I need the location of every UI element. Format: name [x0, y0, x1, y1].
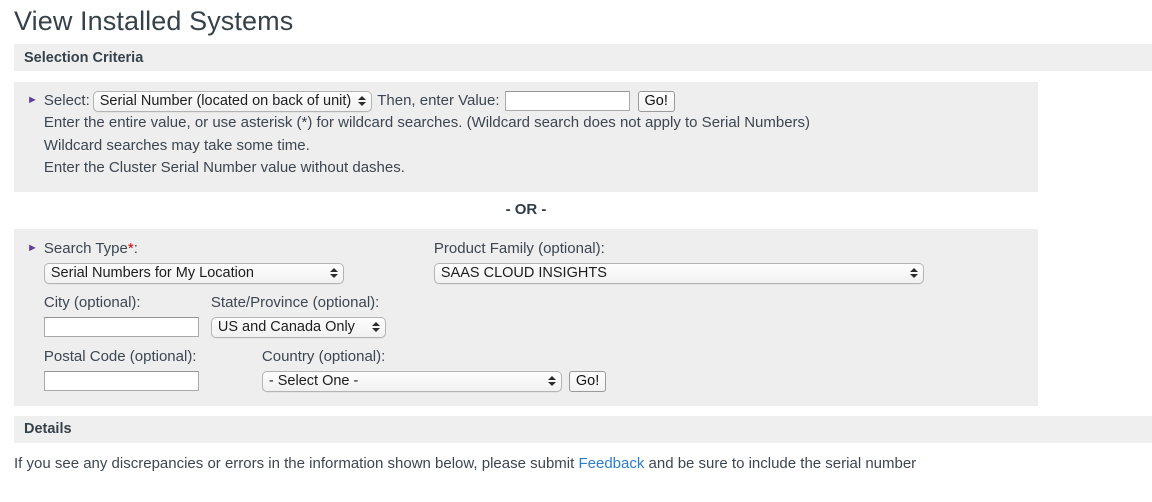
serial-search-row: ► Select: Serial Number (located on back…	[24, 90, 1028, 180]
chevron-updown-icon	[358, 96, 366, 106]
section-header-details-label: Details	[24, 421, 72, 437]
serial-note-wildcard: Enter the entire value, or use asterisk …	[44, 112, 1028, 135]
serial-search-panel: ► Select: Serial Number (located on back…	[14, 82, 1038, 192]
country-select-value: - Select One -	[269, 373, 358, 389]
state-select-wrap: US and Canada Only	[211, 317, 386, 338]
select-label: Select:	[44, 90, 90, 112]
search-type-family-row: Search Type*: Serial Numbers for My Loca…	[44, 238, 1028, 284]
chevron-updown-icon	[910, 268, 918, 278]
triangle-right-icon: ►	[27, 90, 38, 110]
search-type-select-wrap: Serial Numbers for My Location	[44, 263, 434, 284]
serial-note-dashes: Enter the Cluster Serial Number value wi…	[44, 157, 1028, 180]
country-select-wrap: - Select One - Go!	[262, 371, 606, 392]
section-header-details: Details	[14, 416, 1152, 443]
triangle-right-icon: ►	[27, 238, 38, 258]
page-title: View Installed Systems	[0, 0, 1152, 38]
chevron-updown-icon	[548, 376, 556, 386]
postal-country-row: Postal Code (optional): Country (optiona…	[44, 346, 1028, 392]
chevron-updown-icon	[372, 322, 380, 332]
country-select[interactable]: - Select One -	[262, 371, 562, 392]
product-family-label: Product Family (optional):	[434, 238, 1028, 259]
city-input[interactable]	[44, 317, 199, 337]
search-type-label: Search Type*:	[44, 238, 434, 259]
serial-note-duration: Wildcard searches may take some time.	[44, 135, 1028, 158]
state-select-value: US and Canada Only	[218, 319, 355, 335]
search-type-label-colon: :	[134, 240, 138, 257]
postal-code-input[interactable]	[44, 371, 199, 391]
country-label: Country (optional):	[262, 346, 606, 367]
location-search-row: ► Search Type*: Serial Numbers for My Lo…	[24, 238, 1028, 392]
serial-search-body: Select: Serial Number (located on back o…	[44, 90, 1028, 180]
details-text-after-link: and be sure to include the serial number	[644, 455, 916, 472]
city-state-row: City (optional): State/Province (optiona…	[44, 292, 1028, 338]
serial-value-input[interactable]	[505, 91, 630, 111]
details-text-before-link: If you see any discrepancies or errors i…	[14, 455, 578, 472]
serial-number-type-select[interactable]: Serial Number (located on back of unit)	[93, 91, 372, 112]
city-input-wrap	[44, 317, 211, 337]
product-family-group: Product Family (optional): SAAS CLOUD IN…	[434, 238, 1028, 284]
section-header-selection-criteria: Selection Criteria	[14, 44, 1152, 71]
search-type-label-text: Search Type	[44, 240, 128, 257]
search-type-select-value: Serial Numbers for My Location	[51, 265, 254, 281]
product-family-select[interactable]: SAAS CLOUD INSIGHTS	[434, 263, 924, 284]
section-header-selection-criteria-label: Selection Criteria	[24, 50, 143, 66]
location-search-body: Search Type*: Serial Numbers for My Loca…	[44, 238, 1028, 392]
or-divider: - OR -	[14, 192, 1038, 220]
feedback-link[interactable]: Feedback	[578, 455, 644, 472]
search-type-select[interactable]: Serial Numbers for My Location	[44, 263, 344, 284]
city-label: City (optional):	[44, 292, 211, 313]
postal-group: Postal Code (optional):	[44, 346, 262, 391]
product-family-select-wrap: SAAS CLOUD INSIGHTS	[434, 263, 1028, 284]
state-group: State/Province (optional): US and Canada…	[211, 292, 386, 338]
state-select[interactable]: US and Canada Only	[211, 317, 386, 338]
city-group: City (optional):	[44, 292, 211, 337]
chevron-updown-icon	[330, 268, 338, 278]
serial-go-button[interactable]: Go!	[638, 91, 675, 112]
then-enter-value-label: Then, enter Value:	[377, 90, 499, 112]
location-go-button[interactable]: Go!	[569, 371, 606, 392]
serial-search-controls: Select: Serial Number (located on back o…	[44, 90, 1028, 112]
search-type-group: Search Type*: Serial Numbers for My Loca…	[44, 238, 434, 284]
country-group: Country (optional): - Select One - Go!	[262, 346, 606, 392]
product-family-select-value: SAAS CLOUD INSIGHTS	[441, 265, 607, 281]
state-label: State/Province (optional):	[211, 292, 386, 313]
details-description: If you see any discrepancies or errors i…	[14, 443, 1152, 475]
postal-input-wrap	[44, 371, 262, 391]
view-installed-systems-page: View Installed Systems Selection Criteri…	[0, 0, 1152, 502]
location-search-panel: ► Search Type*: Serial Numbers for My Lo…	[14, 229, 1038, 406]
postal-label: Postal Code (optional):	[44, 346, 262, 367]
serial-number-type-select-value: Serial Number (located on back of unit)	[100, 91, 351, 112]
